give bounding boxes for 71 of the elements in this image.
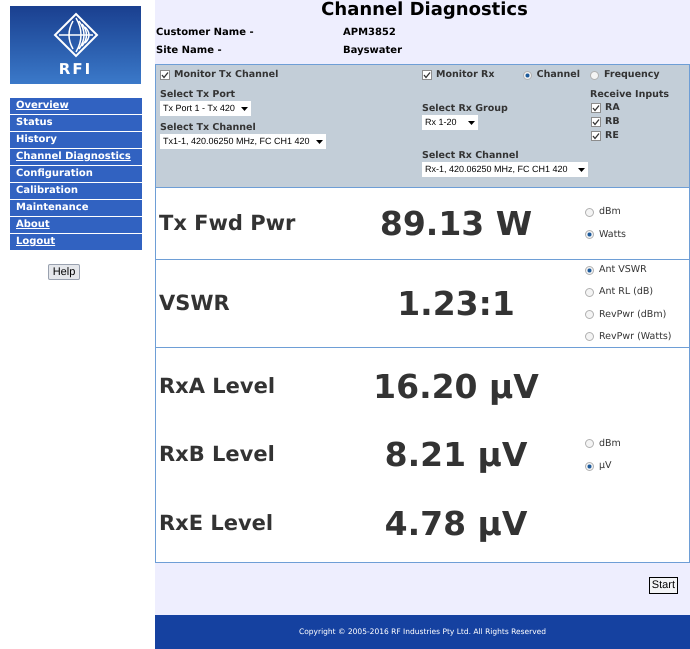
- antenna-logo-icon: [52, 12, 98, 58]
- nav-link[interactable]: Logout: [10, 234, 142, 250]
- checkbox[interactable]: [591, 103, 601, 113]
- radio-label: Ant VSWR: [599, 263, 647, 277]
- info-value: APM3852: [343, 26, 396, 40]
- dropdown[interactable]: Rx-1, 420.06250 MHz, FC CH1 420: [422, 162, 588, 177]
- logo-text: RFI: [58, 62, 92, 77]
- radio-button[interactable]: [590, 70, 599, 80]
- checkbox-label: RA: [605, 100, 620, 115]
- reading-value: 8.21 µV: [384, 434, 528, 476]
- radio-label: dBm: [599, 436, 621, 451]
- radio-label: Channel: [536, 68, 580, 82]
- radio-button[interactable]: [585, 439, 594, 448]
- info-value: Bayswater: [343, 44, 402, 58]
- radio-label: µV: [599, 459, 612, 473]
- help-button[interactable]: Help: [48, 264, 80, 280]
- radio-button[interactable]: [522, 70, 532, 80]
- radio-button[interactable]: [585, 208, 594, 217]
- nav-link[interactable]: Status: [10, 115, 142, 131]
- checkbox[interactable]: [422, 70, 432, 80]
- reading-label: RxA Level: [158, 372, 276, 400]
- radio-label: Watts: [599, 228, 626, 242]
- dropdown-arrow-icon: [240, 106, 248, 110]
- radio-button[interactable]: [585, 288, 594, 297]
- field-label: Select Tx Port: [160, 89, 236, 101]
- field-label: Select Rx Group: [422, 103, 509, 115]
- checkbox[interactable]: [591, 117, 601, 127]
- checkbox[interactable]: [160, 70, 170, 80]
- reading-label: RxB Level: [158, 441, 276, 468]
- radio-button[interactable]: [585, 462, 594, 471]
- checkbox-label: RB: [605, 114, 620, 129]
- reading-label: Tx Fwd Pwr: [158, 210, 296, 237]
- checkbox[interactable]: [591, 131, 601, 141]
- radio-label: RevPwr (Watts): [599, 330, 672, 344]
- reading-value: 89.13 W: [378, 202, 534, 245]
- nav-link[interactable]: History: [10, 132, 142, 148]
- dropdown-arrow-icon: [578, 168, 585, 172]
- radio-button[interactable]: [585, 332, 594, 342]
- dropdown-arrow-icon: [316, 140, 323, 144]
- nav-link[interactable]: Calibration: [10, 183, 142, 199]
- reading-label: VSWR: [158, 290, 231, 317]
- radio-button[interactable]: [585, 230, 594, 240]
- nav-link[interactable]: About: [10, 217, 142, 233]
- checkbox-label: RE: [605, 128, 619, 143]
- nav-link[interactable]: Overview: [10, 98, 142, 114]
- nav-link[interactable]: Maintenance: [10, 200, 142, 216]
- field-label: Select Tx Channel: [160, 122, 257, 134]
- radio-label: Frequency: [604, 68, 660, 82]
- nav-link[interactable]: Configuration: [10, 166, 142, 182]
- radio-label: Ant RL (dB): [599, 285, 654, 300]
- info-label: Customer Name -: [156, 26, 255, 40]
- reading-value: 16.20 µV: [372, 366, 540, 408]
- dropdown[interactable]: Tx1-1, 420.06250 MHz, FC CH1 420: [160, 134, 326, 149]
- reading-label: RxE Level: [158, 510, 274, 537]
- radio-button[interactable]: [585, 310, 594, 320]
- dropdown[interactable]: Tx Port 1 - Tx 420: [160, 101, 251, 116]
- info-label: Site Name -: [156, 44, 223, 58]
- checkbox-label: Monitor Rx: [436, 68, 495, 82]
- radio-label: dBm: [599, 205, 621, 220]
- reading-value: 4.78 µV: [384, 502, 528, 545]
- nav-link[interactable]: Channel Diagnostics: [10, 149, 142, 165]
- checkbox-label: Monitor Tx Channel: [174, 68, 278, 82]
- page-title: Channel Diagnostics: [320, 0, 529, 22]
- dropdown-arrow-icon: [468, 120, 475, 124]
- reading-value: 1.23:1: [396, 282, 516, 325]
- section-label: Receive Inputs: [590, 89, 670, 101]
- radio-button[interactable]: [585, 266, 594, 275]
- field-label: Select Rx Channel: [422, 150, 520, 162]
- start-button[interactable]: Start: [648, 577, 678, 594]
- radio-label: RevPwr (dBm): [599, 308, 666, 322]
- dropdown[interactable]: Rx 1-20: [422, 115, 478, 130]
